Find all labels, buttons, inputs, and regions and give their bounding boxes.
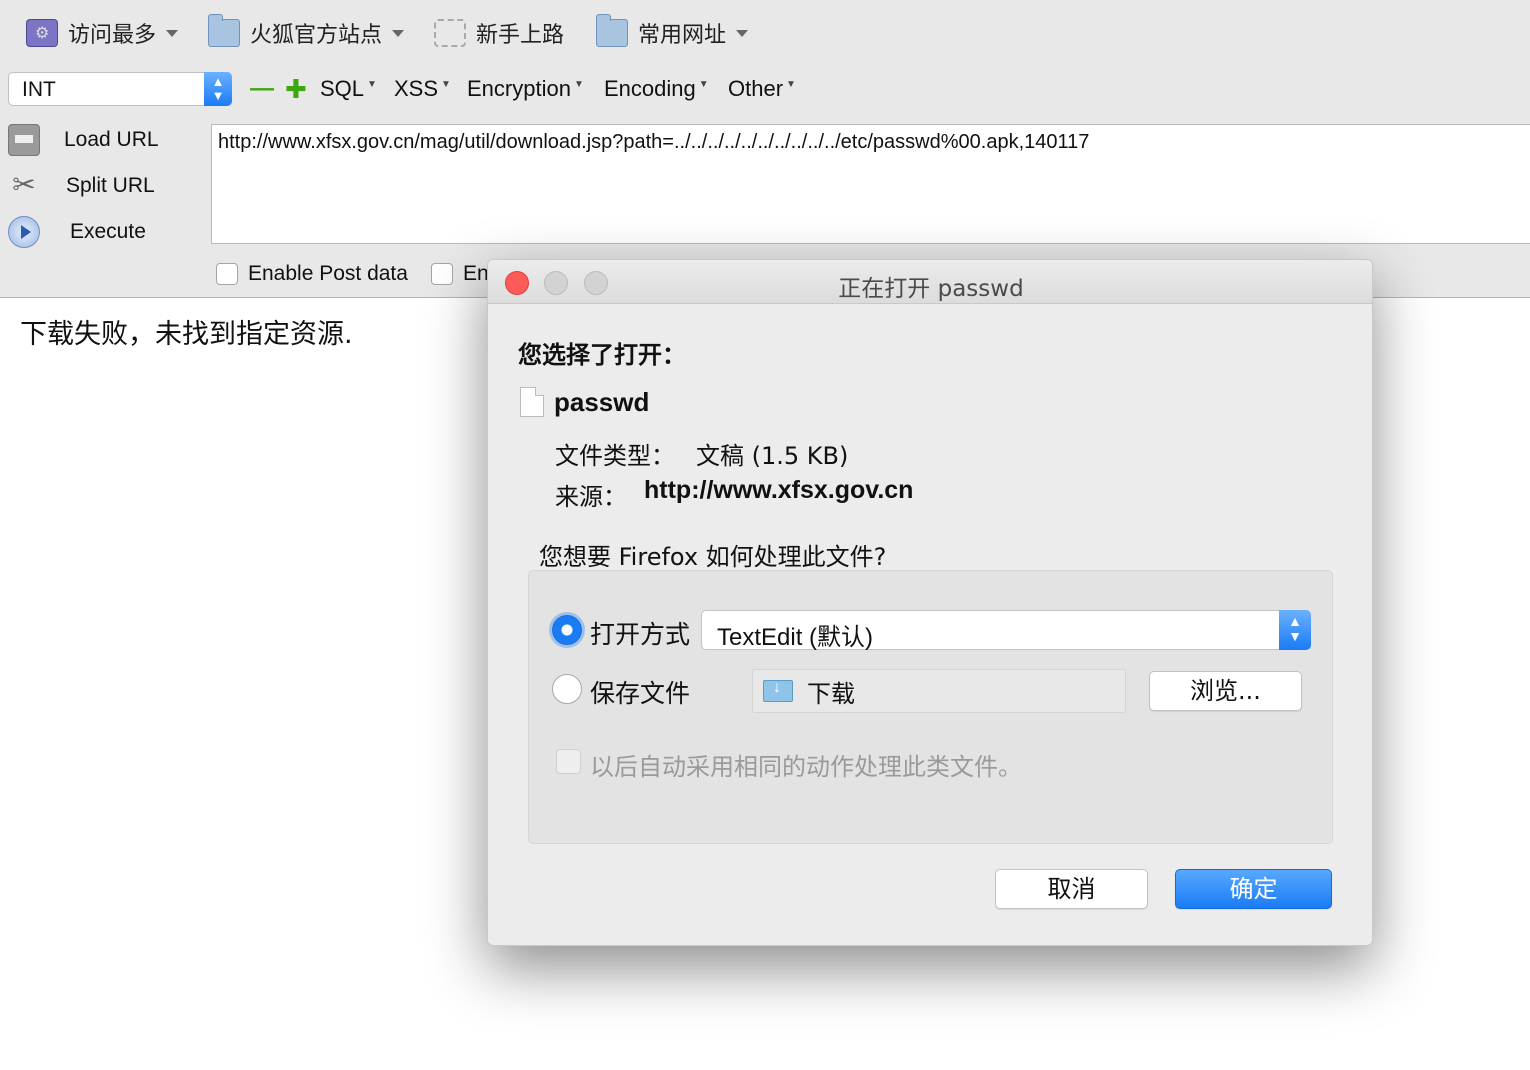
file-type-value: 文稿 (1.5 KB) [696, 442, 849, 470]
encoding-select-value: INT [22, 78, 56, 101]
menu-sql[interactable]: SQL ▼ [320, 74, 377, 104]
save-file-label: 保存文件 [590, 679, 691, 708]
dialog-titlebar: 正在打开 passwd [488, 260, 1372, 304]
chevron-down-icon [166, 29, 179, 37]
menu-label: Other [728, 76, 784, 101]
save-folder-field: 下载 [752, 669, 1126, 713]
menu-encryption[interactable]: Encryption ▼ [467, 74, 584, 104]
save-folder-name: 下载 [807, 680, 855, 708]
remember-choice-label: 以后自动采用相同的动作处理此类文件。 [590, 753, 1022, 781]
ok-button[interactable]: 确定 [1175, 869, 1332, 909]
file-icon [520, 387, 544, 417]
load-url-button[interactable]: Load URL [8, 120, 203, 160]
bookmark-getting-started[interactable]: 新手上路 [434, 16, 564, 50]
menu-arrow-icon: ▼ [698, 79, 709, 90]
split-url-button[interactable]: ✂ Split URL [8, 166, 203, 206]
split-url-label: Split URL [66, 174, 155, 197]
scissors-icon: ✂ [12, 169, 36, 200]
menu-arrow-icon: ▼ [441, 79, 451, 90]
source-value: http://www.xfsx.gov.cn [644, 476, 914, 504]
dialog-title: 正在打开 passwd [838, 276, 1024, 302]
menu-arrow-icon: ▼ [367, 79, 377, 90]
dashed-bookmark-icon [434, 19, 466, 47]
menu-encoding[interactable]: Encoding ▼ [604, 74, 709, 104]
execute-button[interactable]: Execute [8, 212, 203, 252]
minus-icon[interactable]: — [250, 77, 274, 101]
page-error-message: 下载失败，未找到指定资源. [20, 319, 353, 350]
enable-post-data-checkbox[interactable]: Enable Post data [216, 262, 408, 286]
printer-icon [8, 124, 40, 156]
cancel-button[interactable]: 取消 [995, 869, 1148, 909]
open-with-label: 打开方式 [590, 620, 691, 649]
open-with-radio[interactable] [552, 615, 582, 645]
select-stepper-icon: ▲ ▼ [204, 72, 232, 106]
folder-icon [596, 14, 628, 47]
download-dialog: 正在打开 passwd 您选择了打开： passwd 文件类型： 文稿 (1.5… [487, 259, 1373, 946]
handling-question: 您想要 Firefox 如何处理此文件? [539, 543, 887, 571]
checkbox[interactable] [431, 263, 453, 285]
menu-xss[interactable]: XSS ▼ [394, 74, 451, 104]
bookmark-label: 常用网址 [638, 23, 727, 48]
menu-arrow-icon: ▼ [786, 79, 796, 90]
checkbox-label: Enable Post data [248, 262, 408, 285]
chevron-down-icon [736, 29, 749, 37]
most-visited-icon [26, 19, 58, 47]
url-textarea[interactable]: http://www.xfsx.gov.cn/mag/util/download… [211, 124, 1530, 244]
encoding-select[interactable]: INT ▲ ▼ [8, 72, 232, 106]
menu-other[interactable]: Other ▼ [728, 74, 796, 104]
play-icon [8, 216, 40, 248]
remember-choice-checkbox[interactable] [556, 749, 581, 774]
folder-icon [208, 14, 240, 47]
file-name: passwd [554, 387, 650, 417]
bookmark-label: 火狐官方站点 [250, 23, 383, 48]
execute-label: Execute [70, 220, 146, 243]
bookmark-label: 新手上路 [476, 23, 565, 48]
bookmarks-toolbar: 访问最多 火狐官方站点 新手上路 常用网址 [0, 0, 1530, 64]
bookmark-common-sites[interactable]: 常用网址 [596, 14, 749, 50]
bookmark-most-visited[interactable]: 访问最多 [26, 16, 179, 50]
enable-referrer-checkbox[interactable]: En [431, 262, 489, 286]
menu-label: SQL [320, 76, 365, 101]
checkbox-label: En [463, 262, 489, 285]
file-type-label: 文件类型： [555, 442, 675, 470]
save-file-radio[interactable] [552, 674, 582, 704]
open-with-value: TextEdit (默认) [717, 624, 874, 651]
bookmark-label: 访问最多 [68, 23, 157, 48]
menu-label: Encoding [604, 76, 696, 101]
dialog-intro: 您选择了打开： [518, 341, 686, 369]
menu-arrow-icon: ▼ [573, 79, 584, 90]
source-label: 来源： [555, 483, 627, 511]
checkbox[interactable] [216, 263, 238, 285]
browse-button[interactable]: 浏览... [1149, 671, 1302, 711]
select-stepper-icon: ▲ ▼ [1279, 610, 1311, 650]
downloads-folder-icon [763, 679, 793, 702]
bookmark-firefox-official[interactable]: 火狐官方站点 [208, 14, 405, 50]
plus-icon[interactable]: ✚ [285, 76, 307, 102]
menu-label: XSS [394, 76, 439, 101]
chevron-down-icon [392, 29, 405, 37]
open-with-select[interactable]: TextEdit (默认) ▲ ▼ [701, 610, 1311, 651]
menu-label: Encryption [467, 76, 571, 101]
load-url-label: Load URL [64, 128, 159, 151]
